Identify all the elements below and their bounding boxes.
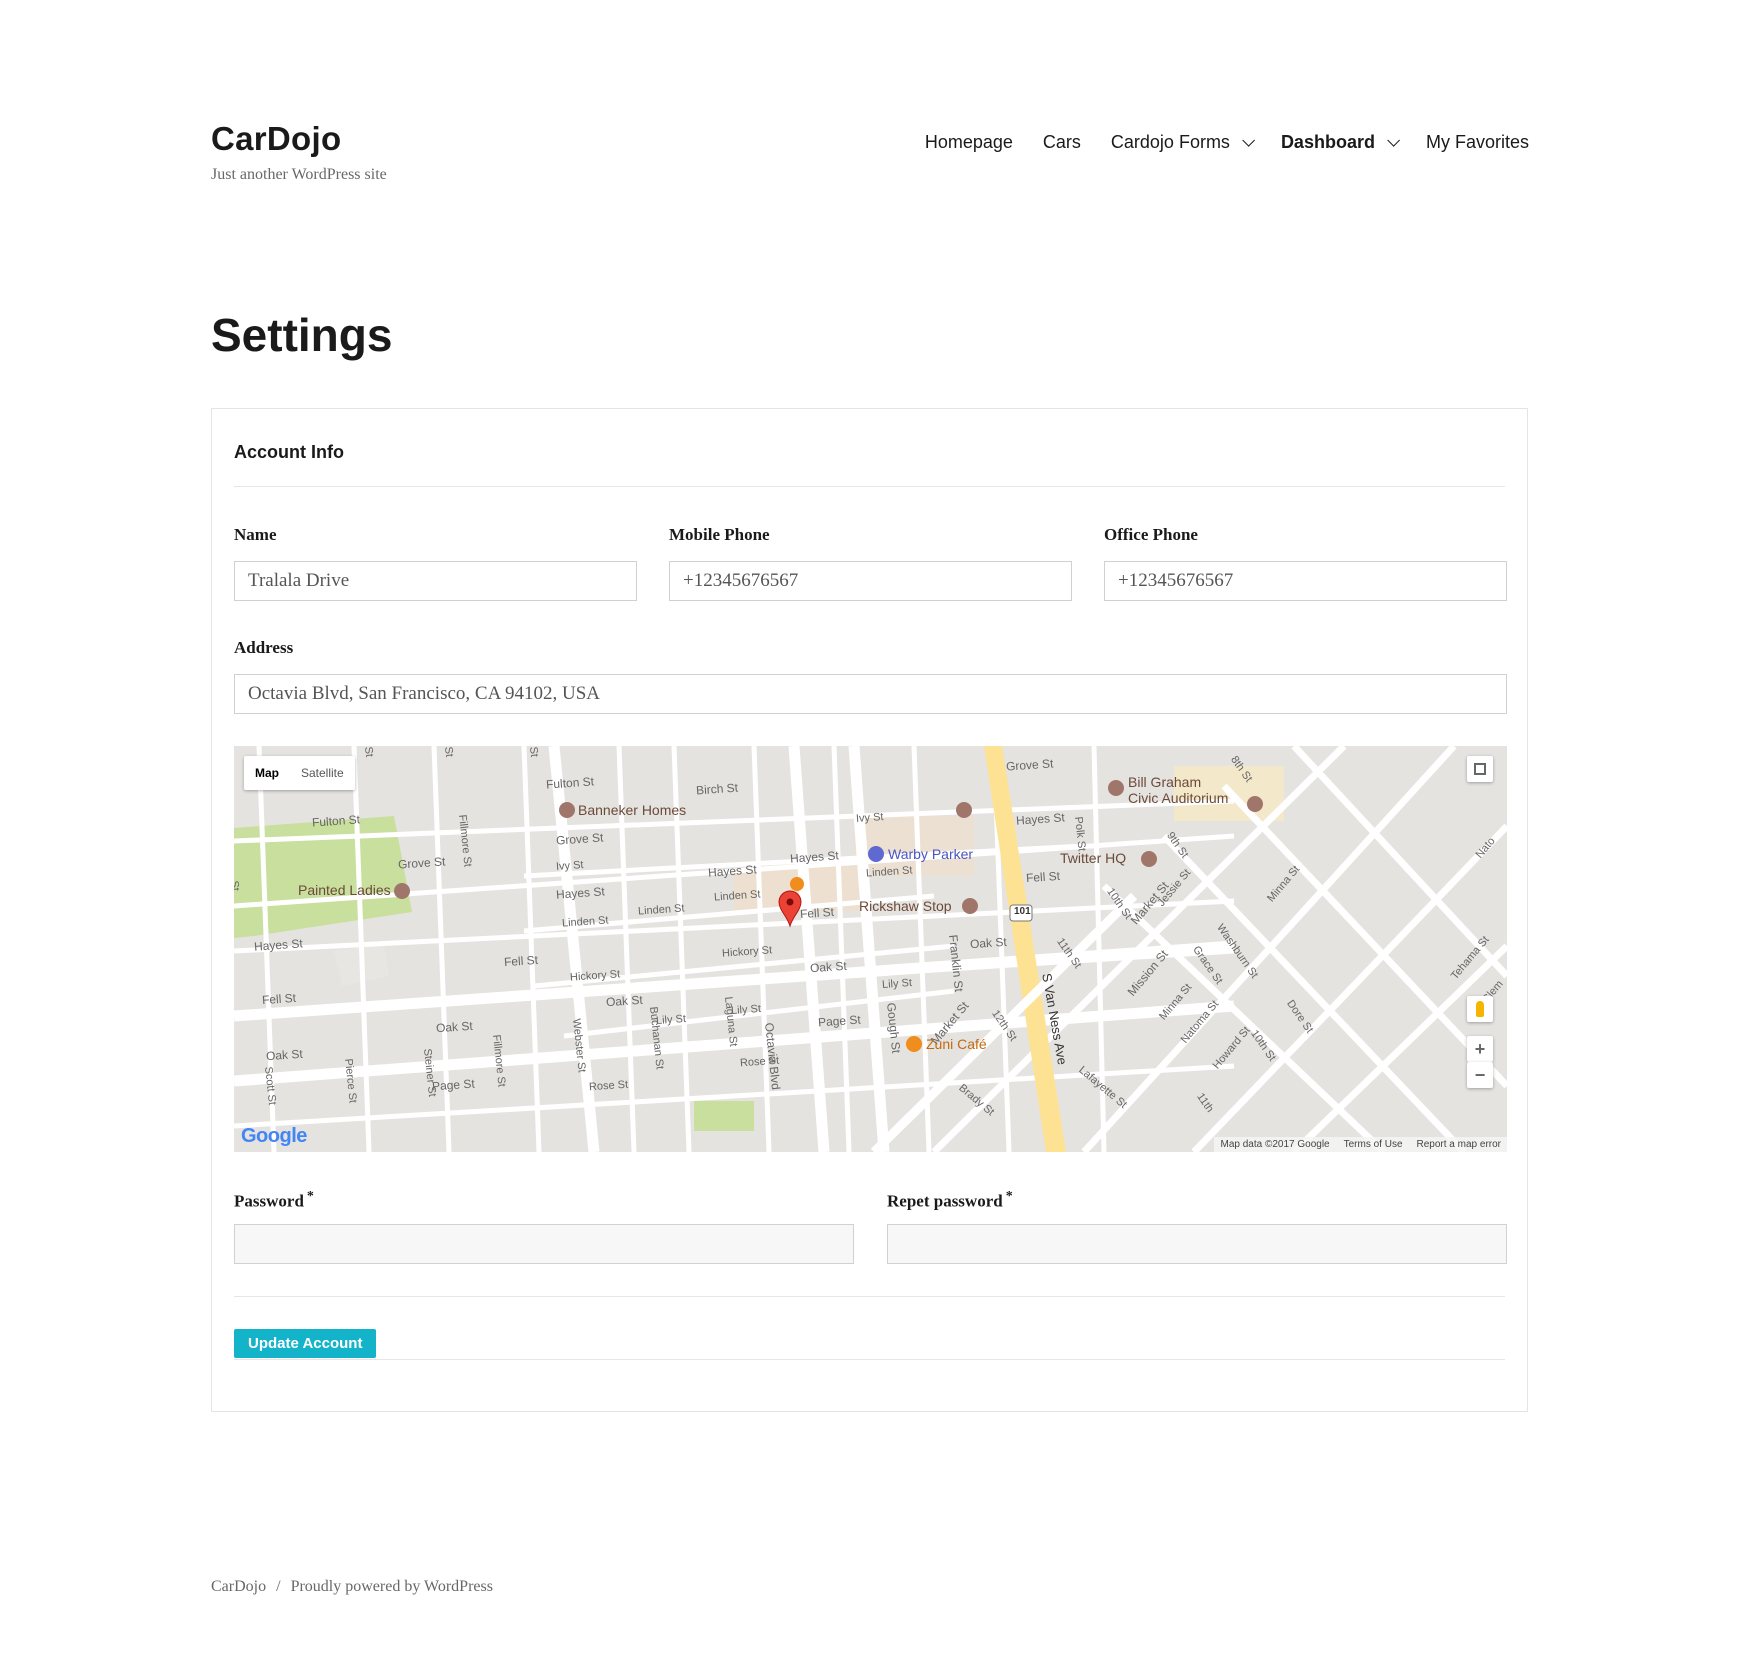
name-input[interactable] bbox=[234, 561, 637, 601]
mobile-phone-label: Mobile Phone bbox=[669, 525, 770, 544]
report-map-error-link[interactable]: Report a map error bbox=[1417, 1139, 1501, 1150]
divider bbox=[234, 486, 1505, 487]
street-label: Oak St bbox=[969, 934, 1008, 952]
place-label: Zuni Café bbox=[926, 1036, 987, 1052]
highway-shield-label: 101 bbox=[1014, 906, 1031, 917]
site-footer: CarDojo / Proudly powered by WordPress bbox=[211, 1578, 493, 1596]
nav-item-cardojo-forms[interactable]: Cardojo Forms bbox=[1110, 132, 1255, 153]
street-label: St bbox=[442, 746, 456, 758]
street-label: Page St bbox=[431, 1076, 476, 1094]
place-label: Bill Graham bbox=[1128, 774, 1202, 790]
place-label: Rickshaw Stop bbox=[859, 898, 952, 914]
nav-item-label: Cardojo Forms bbox=[1110, 132, 1230, 152]
map-type-satellite-button[interactable]: Satellite bbox=[290, 756, 355, 790]
address-input[interactable] bbox=[234, 674, 1507, 714]
nav-item-my-favorites[interactable]: My Favorites bbox=[1426, 132, 1529, 153]
place-label: Banneker Homes bbox=[578, 802, 687, 818]
footer-site-link[interactable]: CarDojo bbox=[211, 1578, 266, 1595]
street-label: St bbox=[362, 746, 376, 758]
section-title: Account Info bbox=[234, 442, 344, 462]
nav-item-label: My Favorites bbox=[1425, 132, 1529, 152]
password-label-text: Password bbox=[234, 1191, 304, 1211]
nav-item-dashboard[interactable]: Dashboard bbox=[1280, 132, 1400, 153]
street-label: Page St bbox=[817, 1012, 862, 1030]
street-label: Oak St bbox=[265, 1046, 304, 1064]
street-label: Oak St bbox=[605, 992, 644, 1010]
repeat-password-label-text: Repet password bbox=[887, 1191, 1003, 1211]
divider bbox=[234, 1296, 1505, 1297]
fullscreen-button[interactable] bbox=[1467, 756, 1493, 782]
place-label: Twitter HQ bbox=[1060, 850, 1127, 866]
street-label: Fell St bbox=[799, 904, 835, 922]
page-title: Settings bbox=[211, 309, 393, 361]
zoom-in-button[interactable]: + bbox=[1467, 1036, 1493, 1062]
required-mark: * bbox=[306, 1189, 314, 1204]
map-type-control: Map Satellite bbox=[244, 756, 355, 790]
street-label: Ivy St bbox=[855, 811, 884, 825]
divider bbox=[234, 1359, 1505, 1360]
street-label: Fell St bbox=[261, 990, 297, 1008]
fullscreen-icon bbox=[1474, 763, 1486, 775]
mobile-phone-input[interactable] bbox=[669, 561, 1072, 601]
street-label: Fell St bbox=[1025, 868, 1061, 886]
location-map[interactable]: Fulton St Fulton St Birch St Grove St Gr… bbox=[234, 746, 1507, 1152]
google-logo: Google bbox=[241, 1125, 307, 1148]
required-mark: * bbox=[1005, 1189, 1013, 1204]
name-label: Name bbox=[234, 525, 277, 544]
site-tagline: Just another WordPress site bbox=[211, 166, 387, 183]
street-label: St bbox=[527, 746, 541, 758]
pegman-icon bbox=[1476, 1001, 1484, 1017]
nav-item-label: Homepage bbox=[924, 132, 1013, 152]
address-label: Address bbox=[234, 638, 294, 657]
street-label: Lily St bbox=[881, 976, 913, 992]
street-label: St bbox=[234, 880, 242, 892]
chevron-down-icon[interactable] bbox=[1387, 134, 1400, 147]
office-phone-label: Office Phone bbox=[1104, 525, 1198, 544]
nav-item-homepage[interactable]: Homepage bbox=[925, 132, 1013, 153]
terms-of-use-link[interactable]: Terms of Use bbox=[1344, 1139, 1403, 1150]
chevron-down-icon[interactable] bbox=[1242, 134, 1255, 147]
street-label: Fell St bbox=[503, 952, 539, 970]
map-type-map-button[interactable]: Map bbox=[244, 756, 290, 790]
map-credits: Map data ©2017 Google Terms of Use Repor… bbox=[1214, 1137, 1507, 1152]
street-view-pegman[interactable] bbox=[1467, 996, 1493, 1022]
place-label: Painted Ladies bbox=[298, 882, 391, 898]
place-label: Civic Auditorium bbox=[1128, 790, 1229, 806]
zoom-out-button[interactable]: − bbox=[1467, 1062, 1493, 1088]
place-label: Warby Parker bbox=[888, 846, 974, 862]
main-nav: Homepage Cars Cardojo Forms Dashboard My… bbox=[925, 132, 1529, 153]
repeat-password-label: Repet password * bbox=[887, 1189, 1013, 1212]
site-title[interactable]: CarDojo bbox=[211, 120, 341, 158]
repeat-password-input[interactable] bbox=[887, 1224, 1507, 1264]
nav-item-cars[interactable]: Cars bbox=[1043, 132, 1081, 153]
office-phone-input[interactable] bbox=[1104, 561, 1507, 601]
street-label: Oak St bbox=[809, 958, 848, 976]
map-data-credit: Map data ©2017 Google bbox=[1220, 1139, 1330, 1150]
footer-powered-link[interactable]: Proudly powered by WordPress bbox=[291, 1578, 493, 1595]
street-label: Ivy St bbox=[555, 859, 584, 873]
password-input[interactable] bbox=[234, 1224, 854, 1264]
update-account-button[interactable]: Update Account bbox=[234, 1329, 377, 1358]
street-label: Oak St bbox=[435, 1018, 474, 1036]
footer-separator: / bbox=[276, 1578, 281, 1595]
password-label: Password * bbox=[234, 1189, 314, 1212]
nav-item-label: Cars bbox=[1042, 132, 1081, 152]
account-settings-card: Account Info Name Mobile Phone Office Ph… bbox=[211, 408, 1528, 1412]
google-logo-text: Google bbox=[241, 1125, 307, 1147]
street-label: Birch St bbox=[695, 780, 739, 798]
nav-item-label: Dashboard bbox=[1280, 132, 1375, 152]
